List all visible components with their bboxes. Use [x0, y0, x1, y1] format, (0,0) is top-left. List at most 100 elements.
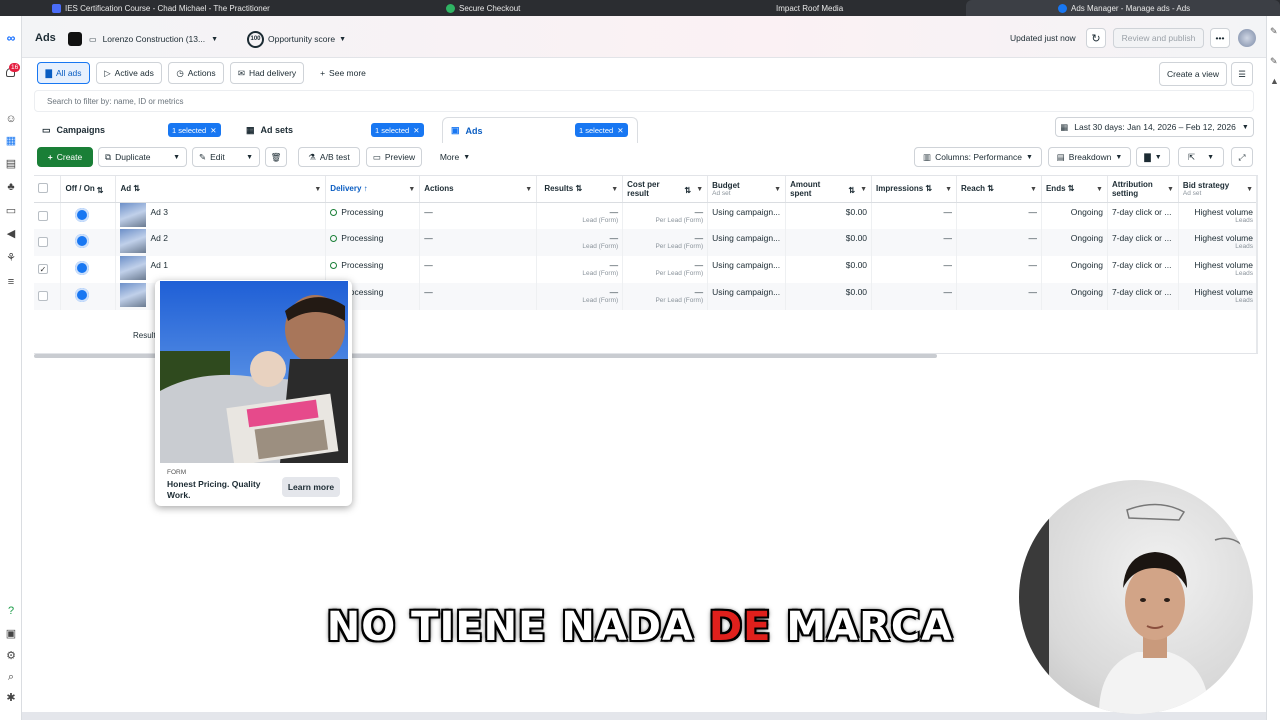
ad-name[interactable]: Ad 2 — [150, 229, 168, 243]
audience-icon[interactable]: ♣ — [5, 181, 17, 193]
row-select-cell[interactable] — [34, 283, 62, 310]
row-checkbox[interactable] — [38, 291, 48, 301]
column-amount-spent[interactable]: Amount spent ⇅ ▼ — [785, 176, 873, 203]
chevron-down-icon[interactable]: ▼ — [696, 186, 703, 193]
column-actions[interactable]: Actions ▼ — [419, 176, 538, 203]
edit-icon[interactable]: ✎ — [1270, 26, 1278, 37]
sort-icon[interactable]: ⇅ — [987, 184, 994, 193]
settings-icon[interactable]: ⚙ — [5, 650, 17, 662]
active-ads-button[interactable]: ▷ Active ads — [96, 62, 162, 84]
sort-icon[interactable]: ⇅ — [848, 186, 855, 195]
edit-button[interactable]: ✎ Edit ▼ — [192, 147, 260, 167]
view-settings-button[interactable]: ☰ — [1231, 62, 1253, 86]
row-toggle-cell[interactable] — [60, 283, 117, 310]
pencil-icon[interactable]: ✎ — [1270, 56, 1278, 67]
create-view-button[interactable]: Create a view — [1159, 62, 1227, 86]
row-toggle-cell[interactable] — [60, 256, 117, 283]
bug-icon[interactable]: ✱ — [5, 692, 17, 704]
chart-icon[interactable]: ▲ — [1270, 76, 1279, 86]
ad-name[interactable]: Ad 1 — [150, 256, 168, 270]
row-select-cell[interactable] — [34, 202, 62, 229]
charts-button[interactable]: ⤢ — [1231, 147, 1253, 167]
ad-name-cell[interactable]: Ad 1 — [115, 256, 327, 283]
column-impressions[interactable]: Impressions ⇅ ▼ — [871, 176, 958, 203]
row-select-cell[interactable] — [34, 229, 62, 256]
column-attribution[interactable]: Attribution setting ▼ — [1107, 176, 1179, 203]
sort-icon[interactable]: ⇅ — [1068, 184, 1075, 193]
all-ads-button[interactable]: ▇ All ads — [37, 62, 90, 84]
ads-selected-badge[interactable]: 1 selected ✕ — [575, 123, 628, 137]
browser-tab-active[interactable]: Ads Manager - Manage ads - Ads — [966, 0, 1280, 16]
row-checkbox[interactable] — [38, 237, 48, 247]
search-icon[interactable]: ⌕ — [5, 671, 17, 683]
adsets-selected-badge[interactable]: 1 selected ✕ — [371, 123, 424, 137]
notifications-icon[interactable]: 16 — [4, 63, 21, 79]
table-row[interactable]: Ad 2 Processing — — Lead (Form) — Per Lead (Fo… — [34, 229, 1259, 256]
column-ad[interactable]: Ad ⇅ ▼ — [115, 176, 327, 203]
user-avatar[interactable] — [1238, 29, 1256, 47]
preview-button[interactable]: ▭ Preview — [366, 147, 422, 167]
chevron-down-icon[interactable]: ▼ — [1246, 186, 1253, 193]
row-checkbox[interactable] — [38, 210, 48, 221]
row-toggle-cell[interactable] — [60, 202, 117, 229]
refresh-button[interactable]: ↻ — [1086, 28, 1106, 48]
chevron-down-icon[interactable]: ▼ — [1167, 186, 1174, 193]
export-dropdown[interactable]: ⇱ ▼ — [1178, 147, 1224, 167]
chevron-down-icon[interactable]: ▼ — [611, 186, 618, 193]
select-all-header[interactable] — [34, 176, 62, 203]
face-icon[interactable]: ☺ — [5, 113, 17, 125]
learn-more-button[interactable]: Learn more — [282, 477, 340, 497]
table-row[interactable]: Ad 3 Processing — — Lead (Form) — Per Lead (Fo… — [34, 202, 1259, 229]
account-selector[interactable]: ▭ Lorenzo Construction (13... ▼ — [88, 30, 232, 48]
chevron-down-icon[interactable]: ▼ — [945, 186, 952, 193]
columns-dropdown[interactable]: ▥ Columns: Performance ▼ — [914, 147, 1042, 167]
ad-toggle-switch[interactable] — [75, 234, 90, 248]
meta-logo-icon[interactable]: ∞ — [3, 32, 19, 44]
close-icon[interactable]: ✕ — [210, 126, 216, 135]
had-delivery-button[interactable]: ✉ Had delivery — [230, 62, 304, 84]
ad-toggle-switch[interactable] — [75, 261, 90, 275]
reports-dropdown[interactable]: ▇ ▼ — [1136, 147, 1170, 167]
column-delivery[interactable]: Delivery ↑ ▼ — [325, 176, 421, 203]
table-row[interactable]: ✓ Ad 1 Processing — — Lead (Form) — Per Lead (F… — [34, 256, 1259, 283]
column-results[interactable]: Results ⇅ ▼ — [536, 176, 624, 203]
close-icon[interactable]: ✕ — [413, 126, 419, 135]
column-ends[interactable]: Ends ⇅ ▼ — [1041, 176, 1108, 203]
column-cost-per-result[interactable]: Cost per result ⇅ ▼ — [622, 176, 709, 203]
sort-icon[interactable]: ⇅ — [684, 186, 691, 195]
chevron-down-icon[interactable]: ▼ — [314, 186, 321, 193]
create-button[interactable]: + Create — [37, 147, 93, 167]
events-icon[interactable]: ⚘ — [5, 252, 17, 264]
campaigns-selected-badge[interactable]: 1 selected ✕ — [168, 123, 221, 137]
actions-filter-button[interactable]: ◷ Actions — [168, 62, 224, 84]
chevron-down-icon[interactable]: ▼ — [408, 186, 415, 193]
more-options-button[interactable]: ••• — [1210, 28, 1230, 48]
table-icon[interactable]: ▦ — [5, 135, 17, 147]
row-checkbox[interactable]: ✓ — [38, 264, 48, 274]
chevron-down-icon[interactable]: ▼ — [1030, 186, 1037, 193]
more-button[interactable]: More ▼ — [434, 147, 476, 167]
see-more-button[interactable]: + See more — [314, 62, 372, 84]
breakdown-dropdown[interactable]: ▤ Breakdown ▼ — [1048, 147, 1131, 167]
ad-name-cell[interactable]: Ad 3 — [115, 202, 327, 229]
sort-icon[interactable]: ⇅ — [133, 184, 140, 193]
column-reach[interactable]: Reach ⇅ ▼ — [956, 176, 1042, 203]
browser-tab[interactable]: IES Certification Course - Chad Michael … — [52, 0, 270, 16]
select-all-checkbox[interactable] — [38, 182, 48, 193]
search-filter-bar[interactable]: Search to filter by: name, ID or metrics — [34, 90, 1254, 112]
chevron-down-icon[interactable]: ▼ — [860, 186, 867, 193]
menu-icon[interactable]: ≡ — [5, 276, 17, 288]
sort-up-icon[interactable]: ↑ — [364, 184, 368, 193]
date-range-picker[interactable]: ▦ Last 30 days: Jan 14, 2026 – Feb 12, 20… — [1055, 117, 1254, 137]
column-off-on[interactable]: Off / On ⇅ — [60, 176, 117, 203]
megaphone-icon[interactable]: ◀ — [5, 228, 17, 240]
browser-tab[interactable]: Impact Roof Media — [776, 0, 843, 16]
ad-toggle-switch[interactable] — [75, 288, 90, 302]
row-select-cell[interactable]: ✓ — [34, 256, 62, 283]
ad-name[interactable]: Ad 3 — [150, 203, 168, 217]
sort-icon[interactable]: ⇅ — [925, 184, 932, 193]
ab-test-button[interactable]: ⚗ A/B test — [298, 147, 360, 167]
sort-icon[interactable]: ⇅ — [97, 186, 104, 195]
column-budget[interactable]: Budget Ad set ▼ — [707, 176, 787, 203]
opportunity-score-dropdown[interactable]: 100 Opportunity score ▼ — [246, 29, 356, 49]
